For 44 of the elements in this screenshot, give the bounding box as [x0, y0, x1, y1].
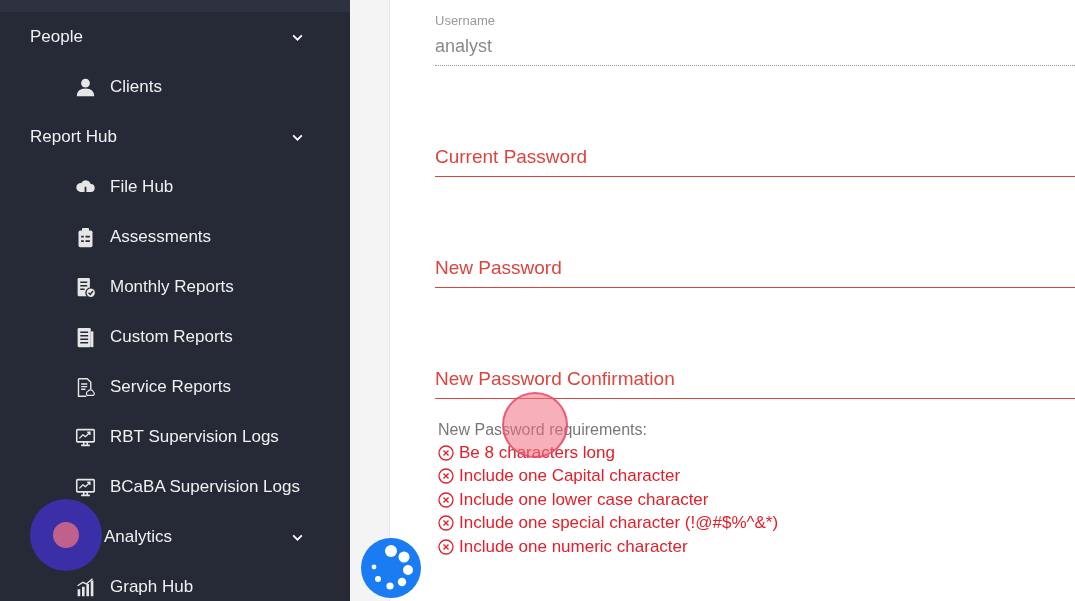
group-label: People — [30, 27, 83, 47]
sidebar-item[interactable]: Clients — [0, 62, 350, 112]
group-label: Analytics — [104, 527, 173, 547]
requirement-text: Include one Capital character — [459, 466, 681, 487]
sidebar-item[interactable]: RBT Supervision Logs — [0, 412, 350, 462]
sidebar-item[interactable]: File Hub — [0, 162, 350, 212]
document-cloud-icon — [75, 376, 96, 398]
field-label: New Password — [435, 257, 563, 279]
sidebar-item[interactable]: Custom Reports — [0, 312, 350, 362]
document-icon — [75, 326, 96, 348]
field-value: analyst — [435, 36, 494, 57]
sidebar-item[interactable]: Graph Hub — [0, 562, 350, 601]
bar-chart-icon — [75, 576, 96, 598]
item-label: BCaBA Supervision Logs — [110, 477, 300, 497]
sidebar-item[interactable]: Service Reports — [0, 362, 350, 412]
sidebar-group[interactable]: Analytics — [0, 512, 350, 562]
item-label: Assessments — [110, 227, 212, 247]
password-field[interactable]: Current Password — [435, 66, 1075, 177]
item-label: RBT Supervision Logs — [110, 427, 279, 447]
sidebar-group[interactable]: Report Hub — [0, 112, 350, 162]
document-check-icon — [75, 276, 96, 298]
field-label: Current Password — [435, 146, 589, 168]
requirement-text: Include one special character (!@#$%^&*) — [459, 513, 779, 534]
monitor-chart-icon — [75, 426, 96, 448]
sidebar-item[interactable]: Monthly Reports — [0, 262, 350, 312]
sidebar-item[interactable]: Assessments — [0, 212, 350, 262]
password-field[interactable]: New Password Confirmation — [435, 288, 1075, 399]
password-field[interactable]: New Password — [435, 177, 1075, 288]
loading-spinner-icon[interactable] — [361, 538, 421, 598]
field-label: New Password Confirmation — [435, 368, 676, 390]
item-label: Clients — [110, 77, 162, 97]
item-label: Custom Reports — [110, 327, 233, 347]
field-label: Username — [435, 13, 496, 28]
sidebar-group[interactable]: People — [0, 12, 350, 62]
item-label: Monthly Reports — [110, 277, 234, 297]
item-label: File Hub — [110, 177, 174, 197]
person-icon — [75, 76, 96, 98]
requirement-text: Include one lower case character — [459, 489, 709, 510]
item-label: Service Reports — [110, 377, 231, 397]
item-label: Graph Hub — [110, 577, 194, 597]
monitor-chart-icon — [75, 476, 96, 498]
requirement-text: Include one numeric character — [459, 536, 688, 557]
sidebar-item[interactable]: BCaBA Supervision Logs — [0, 462, 350, 512]
group-label: Report Hub — [30, 127, 117, 147]
